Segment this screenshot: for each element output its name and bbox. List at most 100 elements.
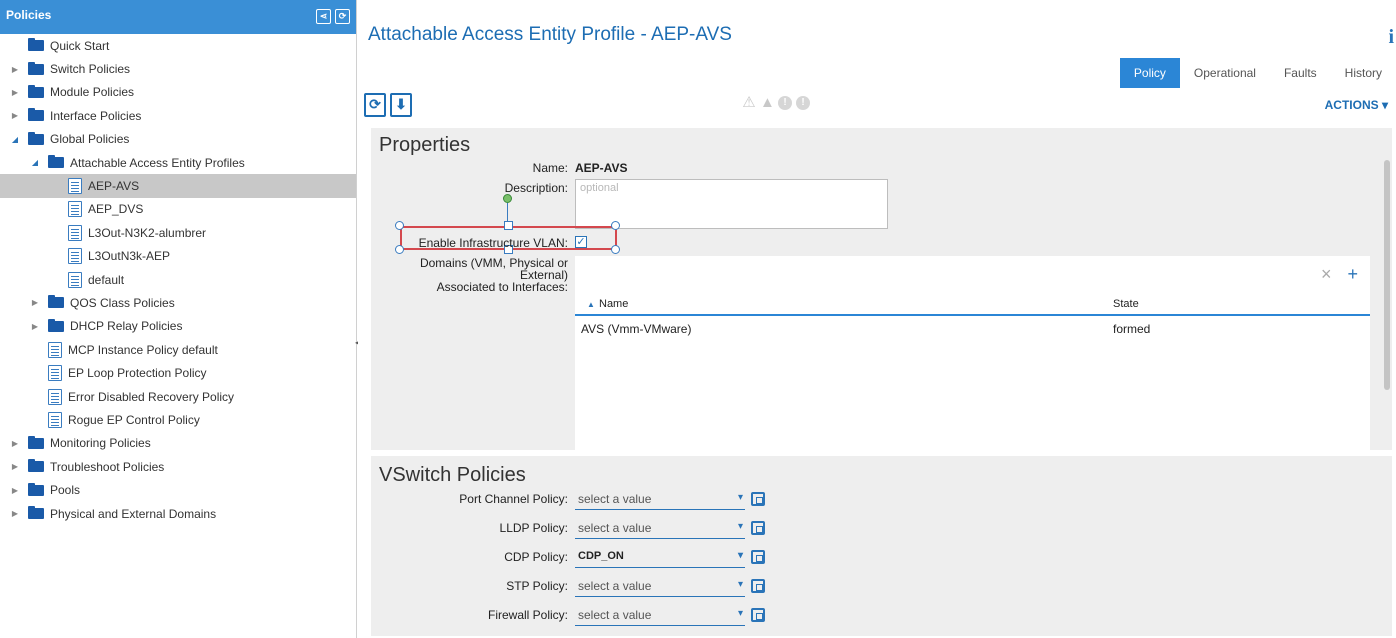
tree-item[interactable]: ▶ DHCP Relay Policies xyxy=(0,315,356,338)
resize-handle-br[interactable] xyxy=(611,245,620,254)
firewall-value: select a value xyxy=(578,608,652,622)
tree-item-label: Troubleshoot Policies xyxy=(50,459,165,474)
expand-icon[interactable]: ▶ xyxy=(10,88,20,97)
tree-item[interactable]: ▶ Interface Policies xyxy=(0,104,356,127)
tree-item[interactable]: ▶AEP_DVS xyxy=(0,198,356,221)
app-window: Policies ⋖ ⟳ ▶Quick Start ▶ Switch Policie… xyxy=(0,0,1396,638)
cdp-select[interactable]: CDP_ON ▾ xyxy=(575,546,745,568)
tree-item[interactable]: ▶ Monitoring Policies xyxy=(0,432,356,455)
refresh-icon[interactable]: ⟳ xyxy=(364,93,386,117)
domains-label-line2: Associated to Interfaces: xyxy=(436,280,568,294)
expand-icon[interactable]: ▶ xyxy=(10,439,20,448)
properties-title: Properties xyxy=(379,134,471,156)
resize-handle-t[interactable] xyxy=(504,221,513,230)
info-icon[interactable]: i xyxy=(1388,26,1394,49)
description-label: Description: xyxy=(504,181,568,195)
tab-policy[interactable]: Policy xyxy=(1119,58,1180,88)
tree-item-label: Rogue EP Control Policy xyxy=(68,412,200,427)
tree-item[interactable]: ▶ QOS Class Policies xyxy=(0,291,356,314)
resize-handle-tl[interactable] xyxy=(395,221,404,230)
column-name[interactable]: Name xyxy=(599,298,628,310)
tree-item[interactable]: ▶Quick Start xyxy=(0,34,356,57)
rotate-handle[interactable] xyxy=(503,194,512,203)
folder-icon xyxy=(48,295,64,309)
tree-item-label: DHCP Relay Policies xyxy=(70,319,183,334)
chevron-down-icon: ▾ xyxy=(1381,98,1388,112)
major-fault-icon[interactable]: ▲ xyxy=(760,95,775,110)
tab-operational[interactable]: Operational xyxy=(1180,58,1270,88)
vertical-scrollbar[interactable] xyxy=(1384,160,1390,390)
expand-icon[interactable]: ▶ xyxy=(10,509,20,518)
tree-item[interactable]: ▶L3Out-N3K2-alumbrer xyxy=(0,221,356,244)
table-row[interactable]: AVS (Vmm-VMware) formed xyxy=(575,316,1370,340)
expand-icon[interactable]: ▶ xyxy=(10,111,20,120)
add-icon[interactable]: + xyxy=(1347,264,1358,285)
expand-icon[interactable]: ▶ xyxy=(30,298,40,307)
expand-icon[interactable]: ▶ xyxy=(30,322,40,331)
firewall-select[interactable]: select a value ▾ xyxy=(575,604,745,626)
expand-icon[interactable]: ▶ xyxy=(10,65,20,74)
tree-item[interactable]: ▶MCP Instance Policy default xyxy=(0,338,356,361)
lldp-value: select a value xyxy=(578,521,652,535)
folder-icon xyxy=(28,482,44,496)
create-policy-icon[interactable] xyxy=(751,608,765,622)
actions-menu[interactable]: ACTIONS ▾ xyxy=(1325,98,1388,112)
row-name: AVS (Vmm-VMware) xyxy=(581,322,692,336)
column-state[interactable]: State xyxy=(1113,298,1139,310)
folder-icon xyxy=(28,131,44,145)
infra-vlan-checkbox[interactable]: ✓ xyxy=(575,236,587,248)
tree-item[interactable]: ◢ Global Policies xyxy=(0,128,356,151)
tree-item[interactable]: ▶EP Loop Protection Policy xyxy=(0,361,356,384)
stp-label: STP Policy: xyxy=(506,579,568,593)
sidebar-header: Policies ⋖ ⟳ xyxy=(0,0,356,34)
sort-asc-icon[interactable]: ▲ xyxy=(587,300,595,309)
stp-value: select a value xyxy=(578,579,652,593)
port-channel-value: select a value xyxy=(578,492,652,506)
actions-label: ACTIONS xyxy=(1324,98,1379,112)
document-icon xyxy=(48,365,62,382)
tab-history[interactable]: History xyxy=(1331,58,1396,88)
description-field[interactable]: optional xyxy=(575,179,888,229)
share-icon[interactable]: ⋖ xyxy=(316,9,331,24)
delete-icon[interactable]: × xyxy=(1321,264,1332,285)
tree-item[interactable]: ▶ Switch Policies xyxy=(0,57,356,80)
download-icon[interactable]: ⬇ xyxy=(390,93,412,117)
chevron-down-icon: ▾ xyxy=(737,521,743,532)
expand-icon[interactable]: ▶ xyxy=(10,486,20,495)
lldp-select[interactable]: select a value ▾ xyxy=(575,517,745,539)
tree-item[interactable]: ▶ Pools xyxy=(0,478,356,501)
collapse-icon[interactable]: ◢ xyxy=(10,135,20,144)
tree-item[interactable]: ▶L3OutN3k-AEP xyxy=(0,245,356,268)
chevron-down-icon: ▾ xyxy=(737,550,743,561)
tree-item[interactable]: ▶Error Disabled Recovery Policy xyxy=(0,385,356,408)
fault-summary: ⚠ ▲ ! ! xyxy=(742,95,810,110)
expand-icon[interactable]: ▶ xyxy=(10,462,20,471)
tree-item[interactable]: ▶default xyxy=(0,268,356,291)
resize-handle-bl[interactable] xyxy=(395,245,404,254)
collapse-icon[interactable]: ◢ xyxy=(30,158,40,167)
create-policy-icon[interactable] xyxy=(751,550,765,564)
tree-item[interactable]: ▶ Module Policies xyxy=(0,81,356,104)
tree-item[interactable]: ▶ Troubleshoot Policies xyxy=(0,455,356,478)
port-channel-select[interactable]: select a value ▾ xyxy=(575,488,745,510)
create-policy-icon[interactable] xyxy=(751,521,765,535)
refresh-icon[interactable]: ⟳ xyxy=(335,9,350,24)
minor-fault-icon[interactable]: ! xyxy=(778,96,792,110)
tree-item-label: Switch Policies xyxy=(50,62,131,77)
tree-item[interactable]: ▶ Physical and External Domains xyxy=(0,502,356,525)
warning-fault-icon[interactable]: ! xyxy=(796,96,810,110)
domains-label: Domains (VMM, Physical or External) Asso… xyxy=(371,257,568,293)
critical-fault-icon[interactable]: ⚠ xyxy=(742,95,756,110)
tree-item[interactable]: ▶AEP-AVS xyxy=(0,174,356,198)
folder-icon xyxy=(48,155,64,169)
tree-item-label: Monitoring Policies xyxy=(50,436,151,451)
stp-select[interactable]: select a value ▾ xyxy=(575,575,745,597)
resize-handle-tr[interactable] xyxy=(611,221,620,230)
create-policy-icon[interactable] xyxy=(751,492,765,506)
tree-item[interactable]: ▶Rogue EP Control Policy xyxy=(0,408,356,431)
tree-item-label: Global Policies xyxy=(50,132,130,147)
create-policy-icon[interactable] xyxy=(751,579,765,593)
tree-item[interactable]: ◢ Attachable Access Entity Profiles xyxy=(0,151,356,174)
document-icon xyxy=(68,271,82,288)
tab-faults[interactable]: Faults xyxy=(1270,58,1331,88)
